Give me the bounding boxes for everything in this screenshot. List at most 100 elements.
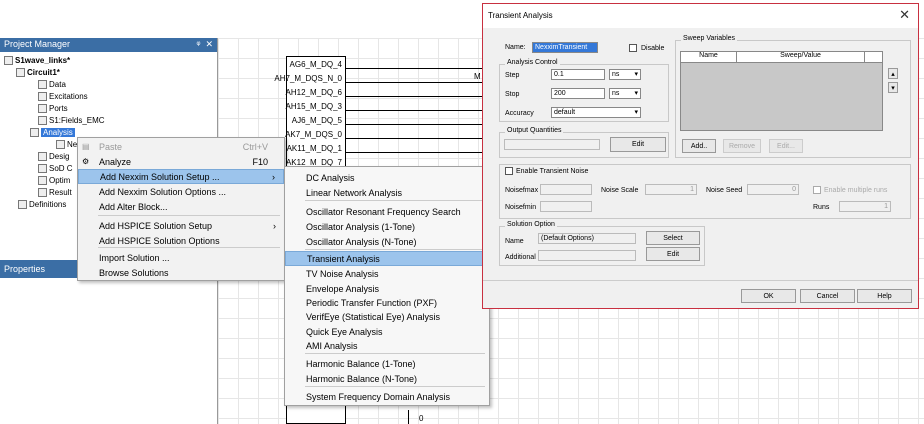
submenu-item[interactable]: Linear Network Analysis — [285, 185, 489, 200]
submenu-item[interactable]: Periodic Transfer Function (PXF) — [285, 295, 489, 310]
submenu-item[interactable]: Harmonic Balance (1-Tone) — [285, 356, 489, 371]
data-icon — [38, 80, 47, 89]
analyze-icon: ⚙ — [82, 157, 90, 166]
column-header-name[interactable]: Name — [681, 52, 737, 62]
column-header-value[interactable]: Sweep/Value — [737, 52, 865, 62]
submenu-item[interactable]: Transient Analysis — [285, 251, 489, 266]
menu-item-label: Transient Analysis — [307, 253, 380, 264]
menu-item-label: VerifEye (Statistical Eye) Analysis — [306, 311, 441, 322]
submenu-item[interactable]: Oscillator Resonant Frequency Search — [285, 204, 489, 219]
tree-node[interactable]: Circuit1* — [16, 68, 60, 77]
excitations-icon — [38, 92, 47, 101]
tree-node[interactable]: Analysis — [30, 128, 75, 137]
help-button[interactable]: Help — [857, 289, 912, 303]
context-menu-item[interactable]: Analyze F10 ⚙ — [78, 154, 284, 169]
additional-field — [538, 250, 636, 261]
menu-item-label: Add HSPICE Solution Options — [99, 235, 220, 246]
tree-node[interactable]: Result — [38, 188, 72, 197]
step-unit-select[interactable]: ns — [609, 69, 641, 80]
sweep-table[interactable]: Name Sweep/Value — [680, 51, 883, 131]
cancel-button[interactable]: Cancel — [800, 289, 855, 303]
context-menu-item[interactable]: Add HSPICE Solution Setup › — [78, 218, 284, 233]
ok-button[interactable]: OK — [741, 289, 796, 303]
submenu-item[interactable]: Oscillator Analysis (N-Tone) — [285, 234, 489, 249]
add-sweep-button[interactable]: Add.. — [682, 139, 716, 153]
stop-unit-select[interactable]: ns — [609, 88, 641, 99]
edit-sweep-button[interactable]: Edit... — [769, 139, 803, 153]
tree-node-label: Data — [49, 80, 66, 89]
field-icon — [38, 116, 47, 125]
select-button[interactable]: Select — [646, 231, 700, 245]
pin-icon[interactable]: ᵠ — [196, 39, 200, 49]
analysis-icon — [30, 128, 39, 137]
context-menu-item[interactable]: Import Solution ... — [78, 250, 284, 265]
context-menu-item[interactable]: Browse Solutions — [78, 265, 284, 280]
submenu-item[interactable]: AMI Analysis — [285, 338, 489, 353]
tree-node-label: SoD C — [49, 164, 73, 173]
tree-node-label: Definitions — [29, 200, 67, 209]
menu-separator — [305, 386, 485, 387]
context-menu-item[interactable]: Paste Ctrl+V ▤ — [78, 139, 284, 154]
submenu-item[interactable]: Envelope Analysis — [285, 281, 489, 296]
context-menu-item[interactable]: Add Nexxim Solution Setup ... › — [78, 169, 284, 184]
menu-item-label: Envelope Analysis — [306, 283, 380, 294]
submenu-item[interactable]: Harmonic Balance (N-Tone) — [285, 371, 489, 386]
disable-label: Disable — [641, 45, 665, 52]
signal-label: AH15_M_DQ_3 — [285, 102, 342, 111]
move-up-button[interactable]: ▴ — [888, 68, 898, 79]
menu-item-label: Add Alter Block... — [99, 201, 168, 212]
submenu-item[interactable]: VerifEye (Statistical Eye) Analysis — [285, 309, 489, 324]
properties-panel: Properties — [0, 260, 218, 424]
signal-label: AK11_M_DQ_1 — [286, 144, 342, 153]
additional-label: Additional — [505, 254, 536, 261]
tree-node-label: Excitations — [49, 92, 88, 101]
close-icon[interactable]: ✕ — [205, 39, 213, 49]
tree-node[interactable]: Desig — [38, 152, 69, 161]
menu-item-label: Add HSPICE Solution Setup — [99, 220, 213, 231]
tree-node[interactable]: Data — [38, 80, 66, 89]
name-field[interactable]: NexximTransient — [532, 42, 598, 53]
noise-scale-field: 1 — [645, 184, 697, 195]
tree-node[interactable]: S1:Fields_EMC — [38, 116, 105, 125]
multiple-runs-checkbox[interactable] — [813, 186, 821, 194]
panel-title: Project Manager — [4, 39, 71, 49]
menu-item-label: Analyze — [99, 156, 132, 167]
disable-checkbox[interactable] — [629, 44, 637, 52]
context-menu-item[interactable]: Add Nexxim Solution Options ... — [78, 184, 284, 199]
tree-node[interactable]: Definitions — [18, 200, 66, 209]
move-down-button[interactable]: ▾ — [888, 82, 898, 93]
menu-item-label: Import Solution ... — [99, 252, 170, 263]
remove-sweep-button[interactable]: Remove — [723, 139, 761, 153]
submenu-item[interactable]: TV Noise Analysis — [285, 266, 489, 281]
tree-node-label: Ne — [67, 140, 78, 149]
tree-node[interactable]: Ne — [56, 140, 77, 149]
submenu-item[interactable]: DC Analysis — [285, 170, 489, 185]
step-field[interactable]: 0.1 — [551, 69, 605, 80]
noise-seed-field: 0 — [747, 184, 799, 195]
tree-node-label: Optim — [49, 176, 71, 185]
tree-node[interactable]: Optim — [38, 176, 70, 185]
context-menu-item[interactable]: Add Alter Block... — [78, 199, 284, 214]
context-menu-item[interactable]: Add HSPICE Solution Options — [78, 233, 284, 248]
submenu-item[interactable]: System Frequency Domain Analysis — [285, 389, 489, 404]
menu-item-label: Harmonic Balance (1-Tone) — [306, 358, 416, 369]
submenu-item[interactable]: Quick Eye Analysis — [285, 324, 489, 339]
step-label: Step — [505, 72, 520, 79]
accuracy-select[interactable]: default — [551, 107, 641, 118]
enable-noise-checkbox[interactable] — [505, 167, 513, 175]
tree-node[interactable]: SoD C — [38, 164, 73, 173]
multiple-runs-label: Enable multiple runs — [824, 187, 888, 194]
tree-node[interactable]: Excitations — [38, 92, 88, 101]
noise-seed-label: Noise Seed — [706, 187, 743, 194]
dialog-title: Transient Analysis — [488, 11, 553, 20]
solution-edit-button[interactable]: Edit — [646, 247, 700, 261]
submenu-item[interactable]: Oscillator Analysis (1-Tone) — [285, 219, 489, 234]
noisefmin-label: Noisefmin — [505, 204, 537, 211]
circuit-icon — [16, 68, 25, 77]
close-icon[interactable]: ✕ — [899, 7, 910, 23]
tree-node[interactable]: S1wave_links* — [4, 56, 70, 65]
stop-field[interactable]: 200 — [551, 88, 605, 99]
tree-node[interactable]: Ports — [38, 104, 68, 113]
output-edit-button[interactable]: Edit — [610, 137, 666, 152]
accuracy-label: Accuracy — [505, 110, 534, 117]
